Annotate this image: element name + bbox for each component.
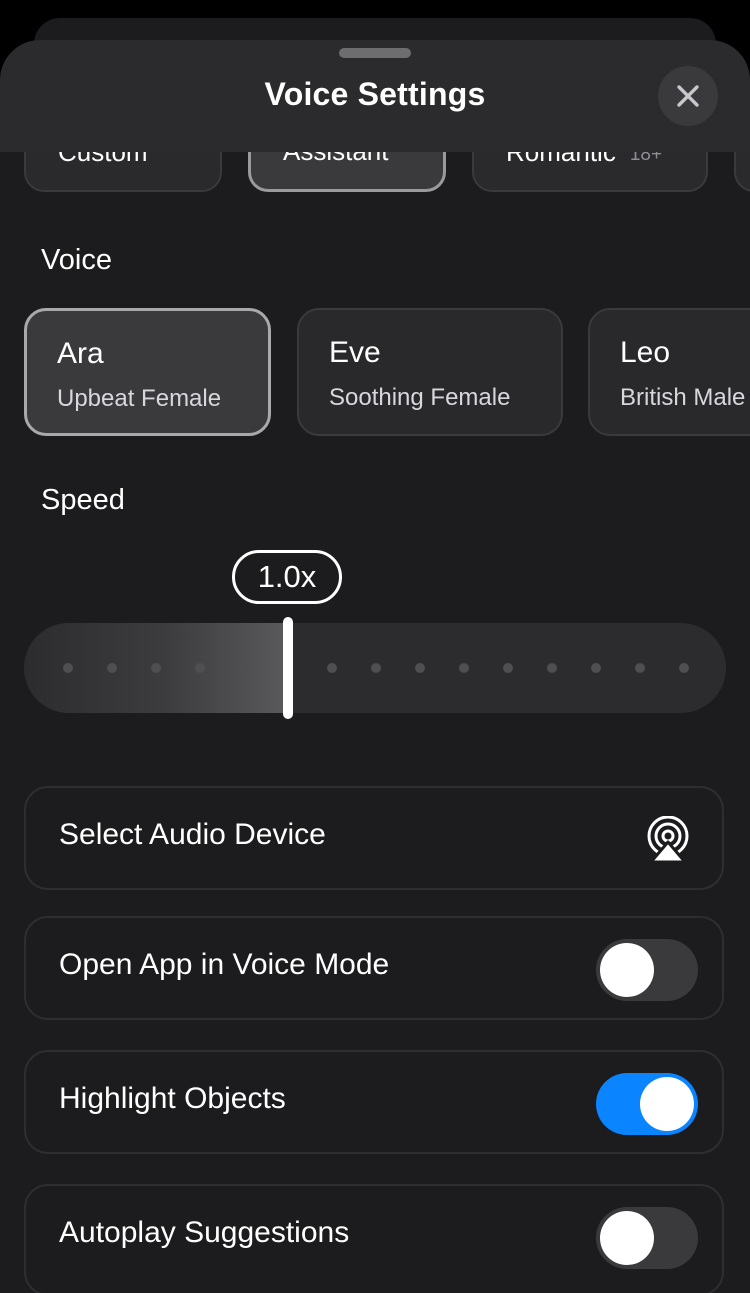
voice-name: Leo <box>620 336 671 369</box>
airplay-icon <box>647 816 689 864</box>
select-audio-device-row[interactable]: Select Audio Device <box>24 786 724 890</box>
autoplay-suggestions-row: Autoplay Suggestions <box>24 1184 724 1293</box>
sheet-header: Voice Settings <box>0 40 750 152</box>
autoplay-suggestions-toggle[interactable] <box>596 1207 698 1269</box>
page-title: Voice Settings <box>264 76 486 112</box>
voice-name: Ara <box>57 337 104 370</box>
voice-description: Soothing Female <box>329 384 511 411</box>
speed-tick <box>63 663 73 673</box>
speed-tick <box>415 663 425 673</box>
speed-tick <box>151 663 161 673</box>
speed-tick <box>459 663 469 673</box>
speed-tick <box>679 663 689 673</box>
speed-tick <box>371 663 381 673</box>
speed-tick <box>503 663 513 673</box>
speed-tick <box>591 663 601 673</box>
highlight-objects-row: Highlight Objects <box>24 1050 724 1154</box>
speed-tick <box>327 663 337 673</box>
speed-tick <box>635 663 645 673</box>
speed-section-label: Speed <box>41 484 125 516</box>
voice-settings-sheet: Custom Assistant Romantic 18+ Voice Sett… <box>0 40 750 1293</box>
speed-value-bubble: 1.0x <box>232 550 342 604</box>
speed-slider-thumb[interactable] <box>283 617 293 719</box>
speed-tick <box>195 663 205 673</box>
voice-description: British Male <box>620 384 746 411</box>
setting-label: Select Audio Device <box>59 818 326 851</box>
speed-tick <box>239 663 249 673</box>
speed-tick <box>547 663 557 673</box>
voice-card-ara[interactable]: Ara Upbeat Female <box>24 308 271 436</box>
speed-slider-track[interactable] <box>24 623 726 713</box>
highlight-objects-toggle[interactable] <box>596 1073 698 1135</box>
open-app-voice-mode-toggle[interactable] <box>596 939 698 1001</box>
speed-tick <box>107 663 117 673</box>
sheet-grabber[interactable] <box>339 48 411 58</box>
close-button[interactable] <box>658 66 718 126</box>
toggle-knob <box>600 1211 654 1265</box>
voice-section-label: Voice <box>41 244 112 276</box>
setting-label: Highlight Objects <box>59 1082 286 1115</box>
close-icon <box>677 85 699 107</box>
voice-name: Eve <box>329 336 381 369</box>
toggle-knob <box>640 1077 694 1131</box>
setting-label: Autoplay Suggestions <box>59 1216 350 1249</box>
setting-label: Open App in Voice Mode <box>59 948 390 981</box>
toggle-knob <box>600 943 654 997</box>
voice-description: Upbeat Female <box>57 385 222 412</box>
voice-card-eve[interactable]: Eve Soothing Female <box>297 308 563 436</box>
open-app-voice-mode-row: Open App in Voice Mode <box>24 916 724 1020</box>
voice-card-leo[interactable]: Leo British Male <box>588 308 750 436</box>
